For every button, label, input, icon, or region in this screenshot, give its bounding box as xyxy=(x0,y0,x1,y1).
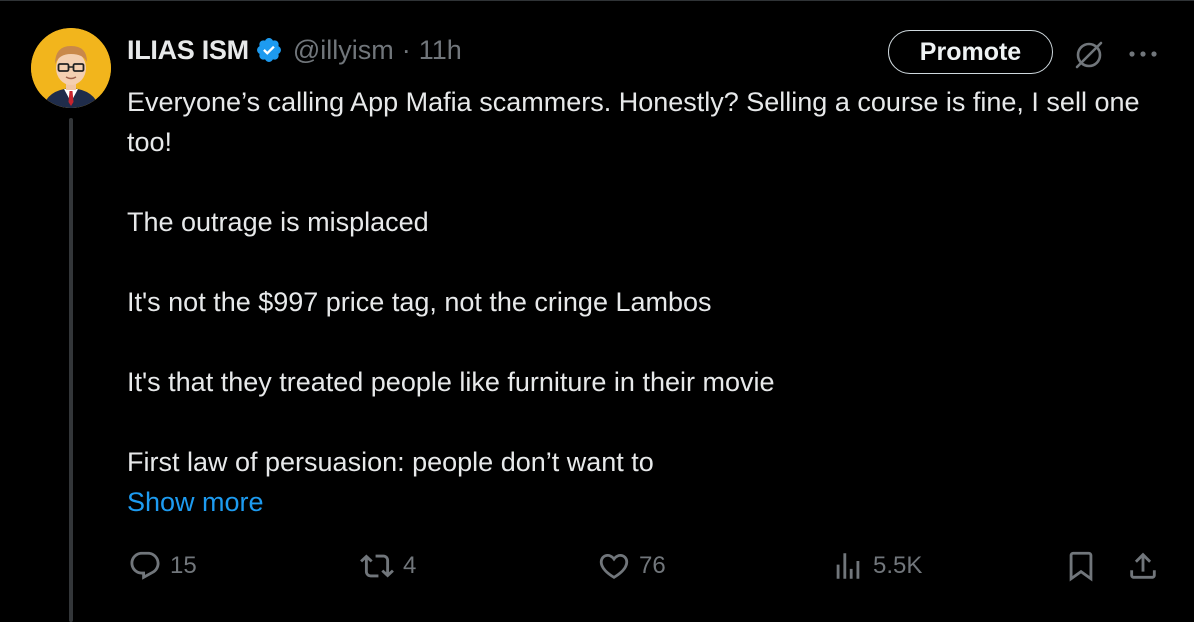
timestamp[interactable]: 11h xyxy=(419,35,462,66)
tweet-paragraph: Everyone’s calling App Mafia scammers. H… xyxy=(127,87,1140,157)
tweet-paragraph: It's not the $997 price tag, not the cri… xyxy=(127,287,712,317)
tweet-paragraph: It's that they treated people like furni… xyxy=(127,367,775,397)
avatar[interactable] xyxy=(31,28,111,108)
action-bar: 15 4 76 5.5K xyxy=(0,546,1194,586)
bookmark-button[interactable] xyxy=(1064,546,1098,586)
views-button[interactable]: 5.5K xyxy=(831,546,922,586)
repost-count: 4 xyxy=(403,552,417,579)
share-icon xyxy=(1130,552,1156,579)
tweet-paragraph: The outrage is misplaced xyxy=(127,207,429,237)
top-divider xyxy=(0,0,1194,1)
more-dots-icon[interactable] xyxy=(1126,44,1160,64)
like-button[interactable]: 76 xyxy=(597,546,666,586)
handle[interactable]: @illyism xyxy=(293,35,394,66)
share-button[interactable] xyxy=(1126,546,1160,586)
like-count: 76 xyxy=(639,552,666,579)
display-name[interactable]: ILIAS ISM xyxy=(127,35,249,66)
tweet-paragraph: First law of persuasion: people don’t wa… xyxy=(127,447,654,477)
promote-button[interactable]: Promote xyxy=(888,30,1053,74)
views-count: 5.5K xyxy=(873,552,923,579)
grok-slash-icon[interactable] xyxy=(1071,37,1107,73)
show-more-link[interactable]: Show more xyxy=(127,487,264,517)
bookmark-icon xyxy=(1069,551,1093,582)
separator-dot: · xyxy=(401,34,411,65)
tweet-card[interactable]: ILIAS ISM @illyism · 11h Promote Everyon… xyxy=(0,0,1194,622)
reply-count: 15 xyxy=(170,552,197,579)
tweet-text: Everyone’s calling App Mafia scammers. H… xyxy=(127,82,1167,522)
reply-button[interactable]: 15 xyxy=(128,546,197,586)
tweet-header: ILIAS ISM @illyism · 11h xyxy=(127,30,462,70)
verified-badge-icon[interactable] xyxy=(255,36,283,64)
repost-button[interactable]: 4 xyxy=(359,546,416,586)
views-chart-icon xyxy=(836,553,860,579)
repost-icon xyxy=(360,554,394,578)
reply-icon xyxy=(130,551,160,580)
heart-icon xyxy=(599,553,629,579)
